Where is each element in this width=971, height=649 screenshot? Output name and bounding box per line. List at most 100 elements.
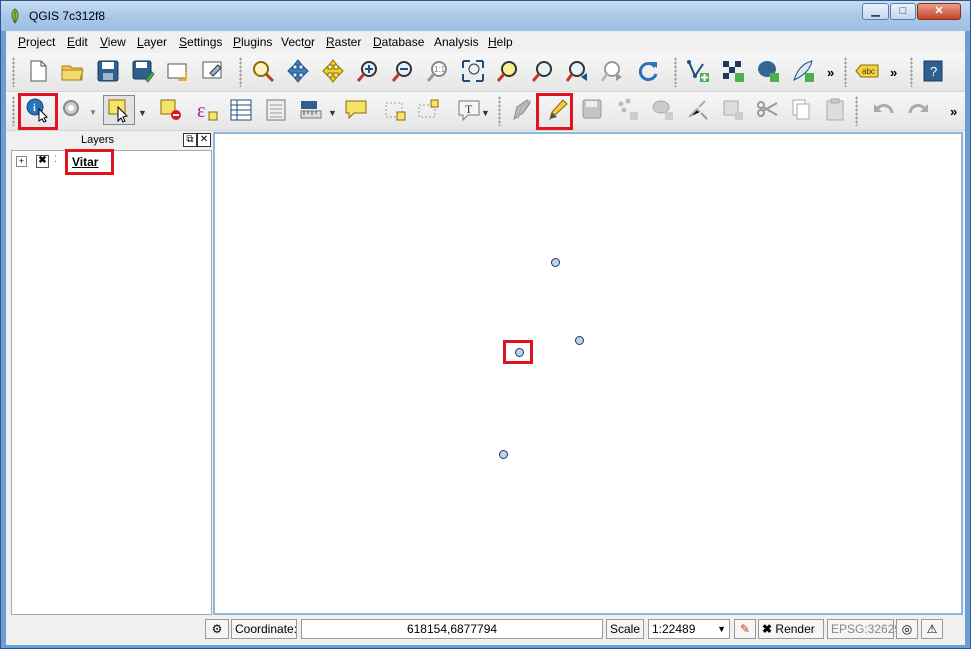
main-window-client: Project Edit View Layer Settings Plugins…: [6, 31, 965, 645]
deselect-icon[interactable]: [156, 95, 186, 125]
crs-status[interactable]: EPSG:32629: [827, 619, 901, 639]
menu-database[interactable]: Database: [373, 35, 424, 49]
measure-line-icon[interactable]: [296, 95, 326, 125]
crs-globe-icon[interactable]: ◎: [896, 619, 918, 639]
maximize-button[interactable]: □: [890, 3, 916, 20]
pan-map-icon[interactable]: [248, 56, 278, 86]
menu-analysis[interactable]: Analysis: [434, 35, 479, 49]
close-button[interactable]: ✕: [917, 3, 961, 20]
toolbar-grip[interactable]: [12, 57, 15, 87]
zoom-out-icon[interactable]: [388, 56, 418, 86]
add-raster-layer-icon[interactable]: [718, 56, 748, 86]
current-edits-icon[interactable]: [507, 95, 537, 125]
status-bar: ⚙ Coordinate: 618154,6877794 Scale 1:224…: [6, 616, 965, 644]
pan-to-selection-icon[interactable]: [283, 56, 313, 86]
map-point-feature[interactable]: [551, 258, 560, 267]
node-tool-icon[interactable]: [683, 95, 713, 125]
menu-settings[interactable]: Settings: [179, 35, 222, 49]
toolbar-grip[interactable]: [674, 57, 677, 87]
toolbar-overflow-chevron[interactable]: »: [827, 65, 834, 80]
coordinate-label: Coordinate:: [231, 619, 297, 639]
delete-selected-icon[interactable]: [718, 95, 748, 125]
help-icon[interactable]: ?: [918, 56, 948, 86]
show-bookmarks-icon[interactable]: [414, 95, 444, 125]
field-calculator-icon[interactable]: [261, 95, 291, 125]
toolbar-grip[interactable]: [239, 57, 242, 87]
toolbar-grip[interactable]: [910, 57, 913, 87]
layers-panel-header: Layers ⧉ ✕: [11, 132, 212, 148]
svg-text:T: T: [465, 102, 473, 116]
refresh-icon[interactable]: [633, 56, 663, 86]
map-tips-icon[interactable]: [341, 95, 371, 125]
zoom-to-selection-pan-icon[interactable]: [318, 56, 348, 86]
minimize-button[interactable]: ▁: [862, 3, 889, 20]
menu-help[interactable]: Help: [488, 35, 513, 49]
composer-manager-icon[interactable]: [198, 56, 228, 86]
new-print-composer-icon[interactable]: [163, 56, 193, 86]
zoom-full-icon[interactable]: [458, 56, 488, 86]
add-feature-icon[interactable]: [613, 95, 643, 125]
measure-icon[interactable]: [58, 95, 88, 125]
add-spatialite-layer-icon[interactable]: [788, 56, 818, 86]
new-vector-layer-icon[interactable]: [683, 56, 713, 86]
dropdown-arrow-icon[interactable]: ▼: [138, 108, 147, 118]
undo-icon[interactable]: [869, 95, 899, 125]
redo-icon[interactable]: [903, 95, 933, 125]
float-panel-icon[interactable]: ⧉: [183, 133, 197, 147]
menu-plugins[interactable]: Plugins: [233, 35, 272, 49]
save-project-icon[interactable]: [93, 56, 123, 86]
open-project-icon[interactable]: [58, 56, 88, 86]
move-feature-icon[interactable]: [648, 95, 678, 125]
add-postgis-layer-icon[interactable]: [753, 56, 783, 86]
cut-features-icon[interactable]: [753, 95, 783, 125]
paste-features-icon[interactable]: [820, 95, 850, 125]
chevron-down-icon[interactable]: ▼: [717, 620, 726, 638]
menu-project[interactable]: Project: [18, 35, 55, 49]
warning-icon[interactable]: ⚠: [921, 619, 943, 639]
layer-visibility-checkbox[interactable]: ✖: [36, 155, 49, 168]
zoom-last-icon[interactable]: [563, 56, 593, 86]
map-point-feature[interactable]: [575, 336, 584, 345]
render-toggle[interactable]: ✖ Render: [758, 619, 824, 639]
toolbar-overflow-chevron[interactable]: »: [950, 104, 957, 119]
toolbar-grip[interactable]: [12, 96, 15, 126]
attribute-table-icon[interactable]: [226, 95, 256, 125]
zoom-to-selection-icon[interactable]: [493, 56, 523, 86]
close-panel-icon[interactable]: ✕: [197, 133, 211, 147]
toolbar-grip[interactable]: [855, 96, 858, 126]
zoom-native-icon[interactable]: 1:1: [423, 56, 453, 86]
save-edits-icon[interactable]: [578, 95, 608, 125]
new-project-icon[interactable]: [23, 56, 53, 86]
toolbar-grip[interactable]: [844, 57, 847, 87]
toolbar-grip[interactable]: [498, 96, 501, 126]
new-bookmark-icon[interactable]: [381, 95, 411, 125]
copy-features-icon[interactable]: [786, 95, 816, 125]
zoom-next-icon[interactable]: [598, 56, 628, 86]
save-as-icon[interactable]: [128, 56, 158, 86]
dropdown-arrow-icon[interactable]: ▼: [328, 108, 337, 118]
menu-vector[interactable]: Vector: [281, 35, 315, 49]
render-checkbox[interactable]: ✖: [762, 622, 772, 636]
qgis-window: QGIS 7c312f8 ▁ □ ✕ Project Edit View Lay…: [0, 0, 971, 649]
scale-label: Scale: [606, 619, 644, 639]
title-bar: QGIS 7c312f8 ▁ □ ✕: [1, 1, 970, 31]
map-point-feature[interactable]: [499, 450, 508, 459]
expand-icon[interactable]: +: [16, 156, 27, 167]
label-icon[interactable]: abc: [852, 56, 882, 86]
dropdown-arrow-icon[interactable]: ▼: [89, 108, 97, 117]
dropdown-arrow-icon[interactable]: ▼: [481, 108, 490, 118]
processing-toggle-icon[interactable]: ⚙: [205, 619, 229, 639]
zoom-to-layer-icon[interactable]: [528, 56, 558, 86]
menu-raster[interactable]: Raster: [326, 35, 361, 49]
toolbar-overflow-chevron[interactable]: »: [890, 65, 897, 80]
coordinate-field[interactable]: 618154,6877794: [301, 619, 603, 639]
expression-select-icon[interactable]: ε: [191, 95, 221, 125]
menu-layer[interactable]: Layer: [137, 35, 167, 49]
zoom-in-icon[interactable]: [353, 56, 383, 86]
rotation-lock-icon[interactable]: ✎: [734, 619, 756, 639]
menu-view[interactable]: View: [100, 35, 126, 49]
scale-combobox[interactable]: 1:22489 ▼: [648, 619, 730, 639]
map-canvas[interactable]: [213, 132, 963, 615]
menu-edit[interactable]: Edit: [67, 35, 88, 49]
select-features-icon[interactable]: [103, 95, 135, 125]
